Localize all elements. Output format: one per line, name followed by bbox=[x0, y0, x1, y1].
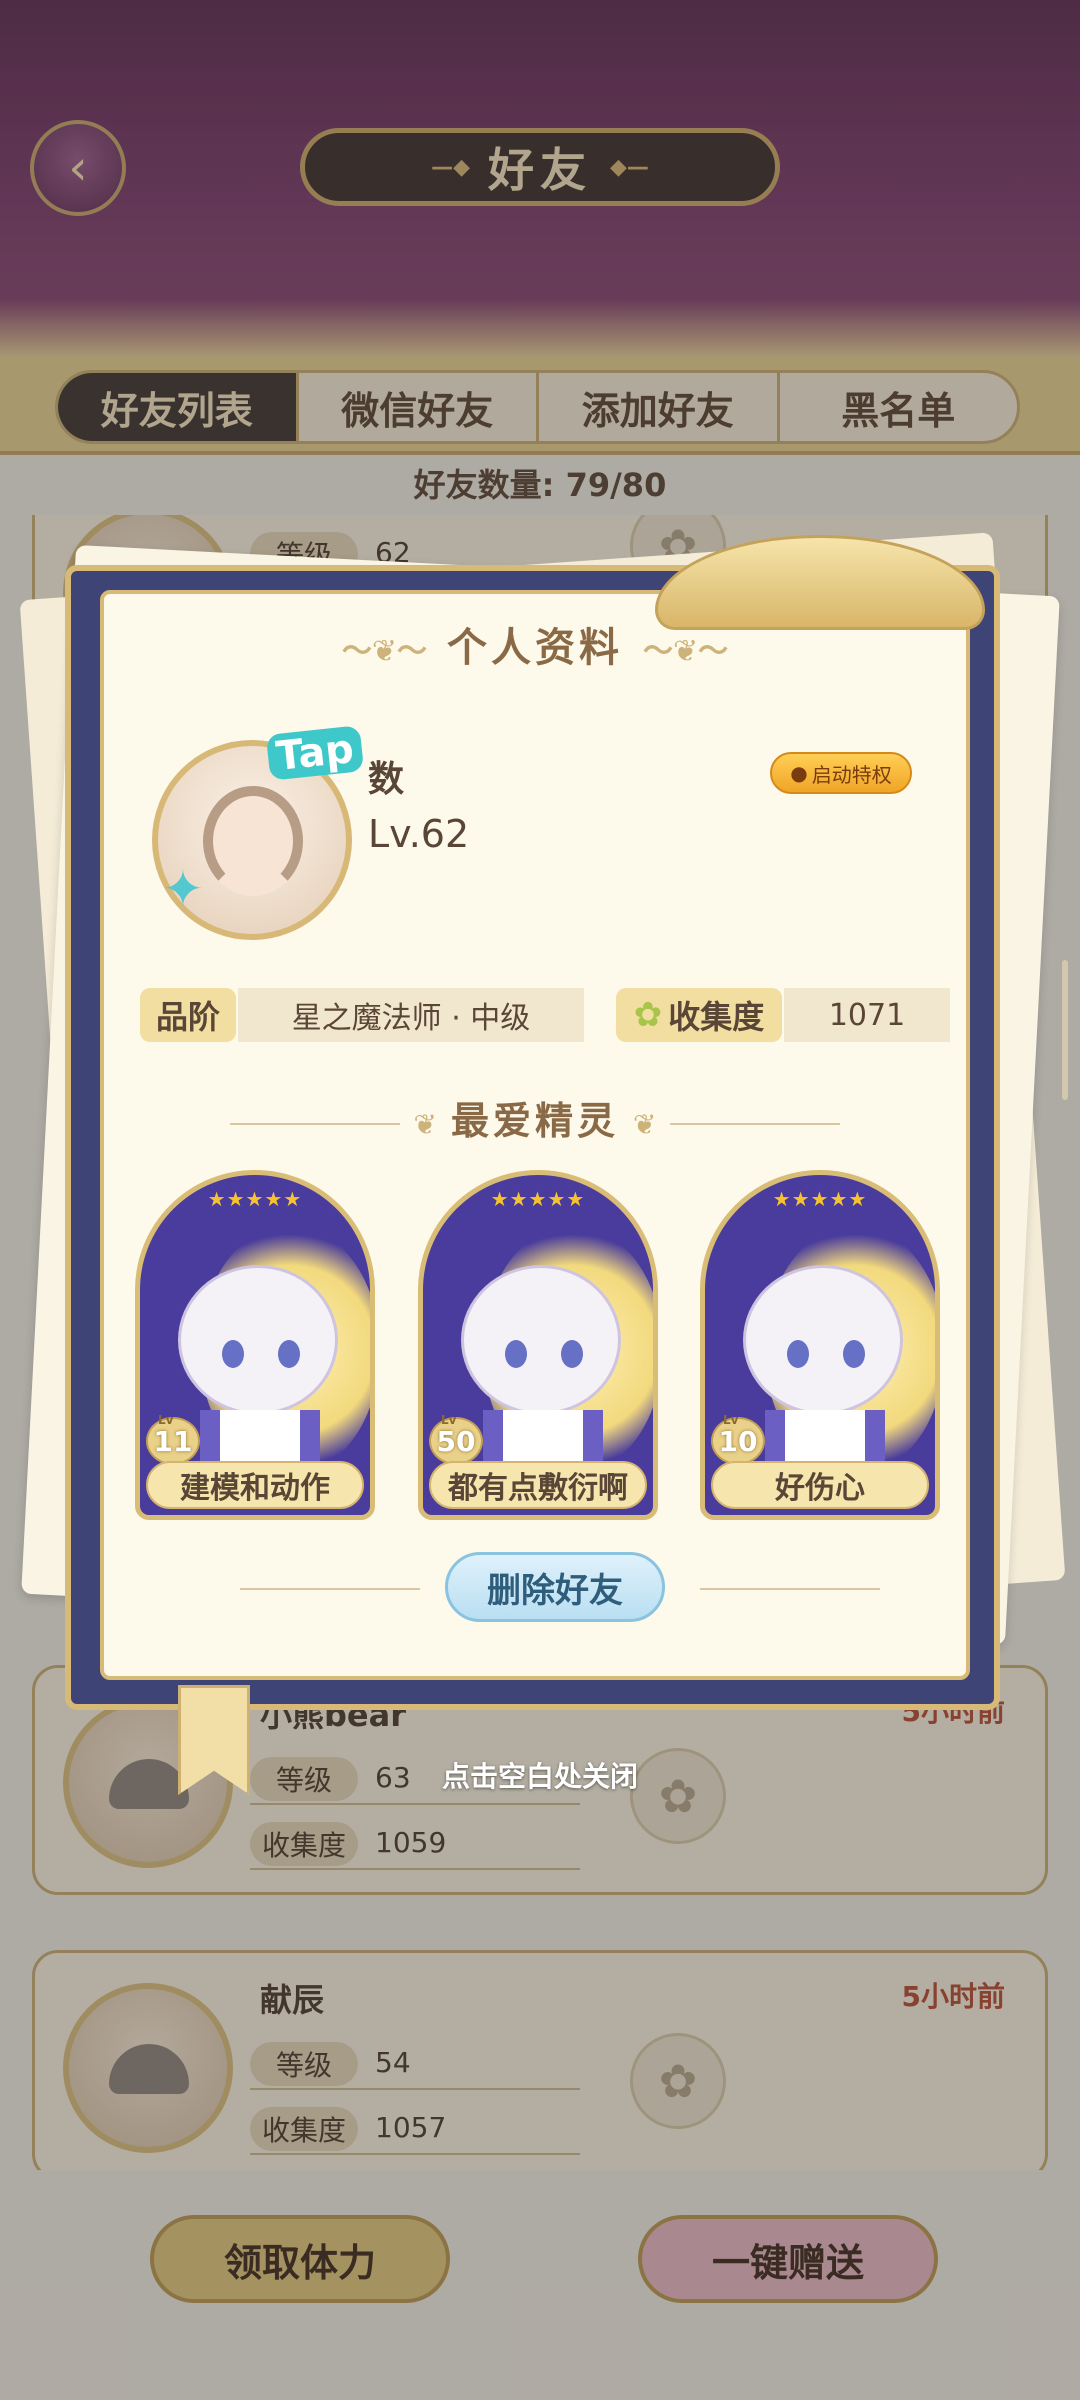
favorite-pets-title: 最爱精灵 bbox=[450, 1099, 619, 1143]
level-prefix: Lv bbox=[158, 1413, 174, 1427]
level-prefix: Lv bbox=[441, 1413, 457, 1427]
rarity-stars: ★★★★★ bbox=[490, 1187, 586, 1211]
rarity-stars: ★★★★★ bbox=[772, 1187, 868, 1211]
pet-level-badge: Lv 10 bbox=[711, 1413, 765, 1465]
pet-level: 10 bbox=[718, 1424, 758, 1458]
flower-icon: ✿ bbox=[633, 995, 663, 1035]
modal-title: 个人资料 bbox=[447, 625, 623, 671]
butterfly-icon: ✦ bbox=[162, 860, 204, 918]
privilege-label: 启动特权 bbox=[811, 762, 892, 787]
pet-name: 建模和动作 bbox=[146, 1461, 364, 1509]
pet-level: 50 bbox=[436, 1424, 476, 1458]
collection-label-text: 收集度 bbox=[668, 998, 765, 1036]
chat-bubble-icon: ● bbox=[790, 761, 808, 785]
rank-label: 品阶 bbox=[140, 988, 236, 1042]
rank-value: 星之魔法师 · 中级 bbox=[238, 988, 584, 1042]
pet-level: 11 bbox=[153, 1424, 193, 1458]
close-hint: 点击空白处关闭 bbox=[441, 1760, 638, 1793]
ornament-right: 〜❦〜 bbox=[643, 634, 729, 669]
privilege-button[interactable]: ● 启动特权 bbox=[770, 752, 912, 794]
pet-level-badge: Lv 50 bbox=[429, 1413, 483, 1465]
collection-label: ✿ 收集度 bbox=[616, 988, 782, 1042]
tap-badge: Tap bbox=[265, 725, 364, 781]
delete-friend-button[interactable]: 删除好友 bbox=[445, 1552, 665, 1622]
pet-level-badge: Lv 11 bbox=[146, 1413, 200, 1465]
collection-value: 1071 bbox=[784, 988, 950, 1042]
favorite-pet-card[interactable]: ★★★★★ Lv 10 好伤心 bbox=[700, 1170, 940, 1520]
favorite-pet-card[interactable]: ★★★★★ Lv 11 建模和动作 bbox=[135, 1170, 375, 1520]
favorite-pet-card[interactable]: ★★★★★ Lv 50 都有点敷衍啊 bbox=[418, 1170, 658, 1520]
level-prefix: Lv bbox=[723, 1413, 739, 1427]
delete-row: 删除好友 bbox=[100, 1552, 970, 1626]
modal-title-row: 〜❦〜 个人资料 〜❦〜 bbox=[100, 615, 970, 673]
pet-name: 好伤心 bbox=[711, 1461, 929, 1509]
ornament-left: 〜❦〜 bbox=[341, 634, 427, 669]
ornament-right: ❦ bbox=[633, 1108, 657, 1141]
profile-level: Lv.62 bbox=[368, 812, 470, 856]
profile-name: 数 bbox=[368, 759, 405, 800]
pet-name: 都有点敷衍啊 bbox=[429, 1461, 647, 1509]
ornament-left: ❦ bbox=[413, 1108, 437, 1141]
favorite-pets-title-row: ❦ 最爱精灵 ❦ bbox=[100, 1090, 970, 1145]
scrollbar[interactable] bbox=[1062, 960, 1068, 1100]
rarity-stars: ★★★★★ bbox=[207, 1187, 303, 1211]
